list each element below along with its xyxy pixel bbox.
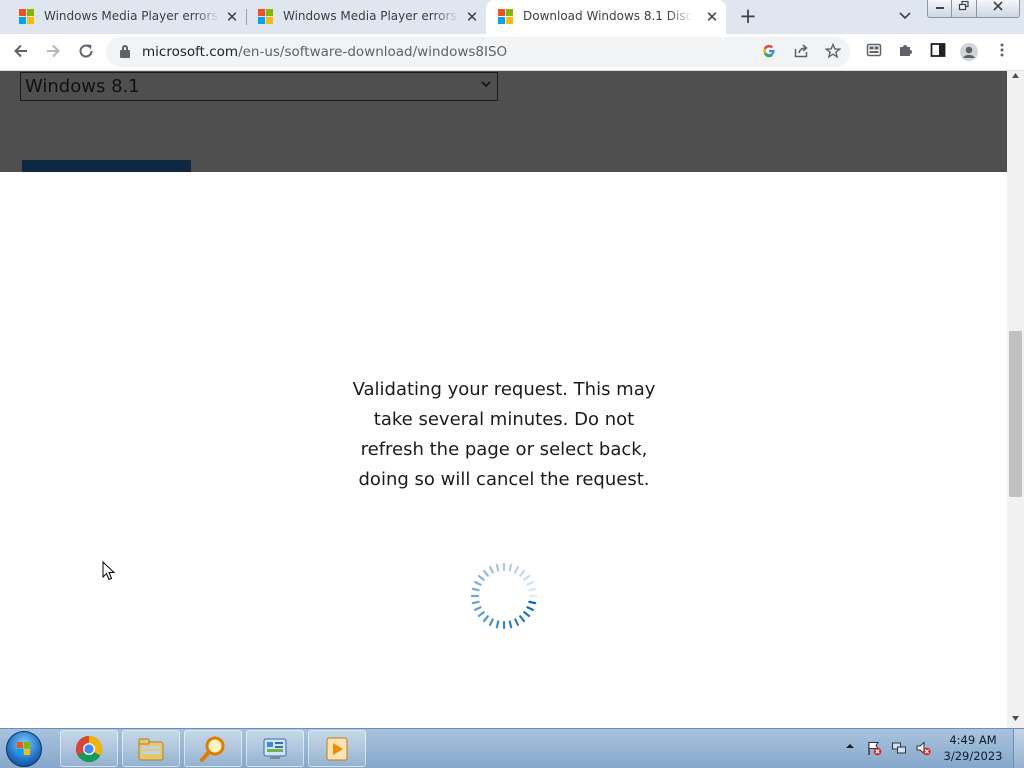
- show-desktop-button[interactable]: [1013, 729, 1024, 768]
- network-icon[interactable]: [891, 740, 907, 756]
- tab-close-icon[interactable]: ✕: [704, 9, 720, 25]
- close-window-button[interactable]: [976, 0, 1020, 18]
- page-viewport: Windows 8.1 Validating your request. Thi…: [0, 71, 1007, 728]
- reload-icon[interactable]: [76, 42, 96, 62]
- reading-mode-icon[interactable]: [864, 42, 884, 62]
- page-scrollbar[interactable]: [1007, 71, 1024, 728]
- tab-close-icon[interactable]: ✕: [464, 9, 480, 25]
- microsoft-logo-icon: [19, 9, 35, 25]
- taskbar-search-tool[interactable]: [184, 730, 242, 767]
- taskbar-file-explorer[interactable]: [122, 730, 180, 767]
- forward-arrow-icon[interactable]: [43, 42, 63, 62]
- search-magnifier-icon: [200, 736, 225, 762]
- google-lens-icon[interactable]: [760, 43, 778, 61]
- control-panel-icon: [263, 738, 287, 759]
- clock-date: 3/29/2023: [943, 749, 1003, 763]
- bookmark-star-icon[interactable]: [824, 42, 842, 61]
- share-icon[interactable]: [792, 43, 810, 61]
- tab-title: Download Windows 8.1 Disc Image: [523, 9, 693, 23]
- start-button[interactable]: [6, 731, 42, 767]
- microsoft-logo-icon: [258, 9, 274, 25]
- windows-logo-icon: [17, 742, 31, 756]
- profile-avatar-icon[interactable]: [959, 42, 979, 62]
- edition-select-value: Windows 8.1: [25, 76, 140, 97]
- taskbar-media-player[interactable]: [308, 730, 366, 767]
- confirm-button-partial[interactable]: [22, 160, 191, 172]
- kebab-menu-icon[interactable]: [992, 42, 1012, 62]
- tab-3-active[interactable]: Download Windows 8.1 Disc Image ✕: [486, 0, 726, 34]
- volume-muted-icon[interactable]: [915, 740, 931, 756]
- file-explorer-icon: [138, 738, 164, 761]
- url-text[interactable]: microsoft.com/en-us/software-download/wi…: [142, 44, 507, 60]
- back-arrow-icon[interactable]: [11, 42, 31, 62]
- lock-icon[interactable]: [120, 45, 130, 58]
- browser-toolbar: microsoft.com/en-us/software-download/wi…: [0, 34, 1024, 71]
- new-tab-button[interactable]: +: [737, 5, 759, 27]
- dimmed-page-background: Windows 8.1: [0, 71, 1007, 172]
- validation-message: Validating your request. This may take s…: [352, 379, 656, 490]
- tab-strip: Windows Media Player errors - Microsoft …: [0, 0, 1024, 34]
- scrollbar-thumb[interactable]: [1009, 331, 1022, 497]
- clock-time: 4:49 AM: [949, 733, 997, 747]
- minimize-button[interactable]: [927, 0, 952, 18]
- tab-1[interactable]: Windows Media Player errors - Microsoft …: [0, 0, 247, 34]
- windows-taskbar: 4:49 AM 3/29/2023: [0, 728, 1024, 768]
- scroll-down-arrow-icon[interactable]: [1007, 714, 1024, 728]
- loading-spinner-icon: [471, 563, 537, 629]
- chrome-icon: [75, 735, 103, 763]
- url-path: /en-us/software-download/windows8ISO: [238, 44, 508, 60]
- mouse-cursor-icon: [102, 561, 116, 581]
- tab-title: Windows Media Player errors - Microsoft: [44, 9, 220, 23]
- media-player-icon: [326, 737, 348, 761]
- tab-title: Windows Media Player errors - Microsoft: [283, 9, 459, 23]
- tray-expand-icon[interactable]: [844, 741, 856, 753]
- taskbar-control-panel[interactable]: [246, 730, 304, 767]
- tab-close-icon[interactable]: ✕: [224, 9, 240, 25]
- side-panel-icon[interactable]: [928, 42, 948, 62]
- taskbar-chrome[interactable]: [60, 730, 118, 767]
- address-bar[interactable]: microsoft.com/en-us/software-download/wi…: [106, 37, 850, 67]
- restore-button[interactable]: [951, 0, 977, 18]
- tab-2[interactable]: Windows Media Player errors - Microsoft …: [246, 0, 486, 34]
- select-chevron-icon: [480, 78, 492, 93]
- url-host: microsoft.com: [142, 44, 239, 60]
- scroll-up-arrow-icon[interactable]: [1007, 71, 1024, 85]
- microsoft-logo-icon: [498, 9, 514, 25]
- system-clock[interactable]: 4:49 AM 3/29/2023: [940, 732, 1006, 764]
- tab-search-chevron-icon[interactable]: [896, 8, 914, 26]
- action-center-flag-icon[interactable]: [866, 740, 882, 756]
- extensions-puzzle-icon[interactable]: [896, 42, 916, 62]
- edition-select[interactable]: Windows 8.1: [20, 72, 498, 101]
